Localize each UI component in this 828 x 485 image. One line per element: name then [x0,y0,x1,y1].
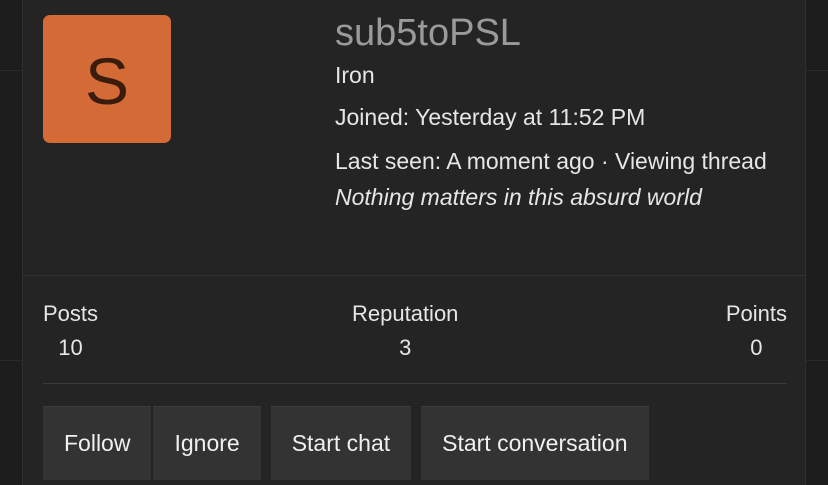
start-chat-button[interactable]: Start chat [270,406,412,480]
last-seen-thread-link[interactable]: Nothing matters in this absurd world [335,184,702,210]
stat-reputation: Reputation 3 [352,298,458,366]
reputation-label: Reputation [352,301,459,326]
member-stats: Posts 10 Reputation 3 Points 0 [43,298,787,366]
posts-label: Posts [43,301,99,326]
points-label: Points [725,301,787,326]
divider [43,383,787,384]
ignore-button[interactable]: Ignore [153,406,261,480]
posts-value: 10 [58,335,83,360]
last-seen-row: Last seen: A moment ago · Viewing thread… [335,143,785,215]
points-value: 0 [750,335,763,360]
joined-value: Yesterday at 11:52 PM [415,104,646,130]
follow-button[interactable]: Follow [43,406,152,480]
joined-label: Joined: [335,104,410,130]
last-seen-value: A moment ago · Viewing thread [446,148,767,174]
avatar-letter: S [84,44,130,118]
stat-points[interactable]: Points 0 [726,298,787,366]
follow-ignore-group: Follow Ignore [43,406,261,480]
stat-posts[interactable]: Posts 10 [43,298,98,366]
avatar[interactable]: S [43,15,171,143]
reputation-value: 3 [399,335,412,360]
member-actions: Follow Ignore Start chat Start conversat… [43,406,649,480]
user-title: Iron [335,62,375,88]
username-link[interactable]: sub5toPSL [335,8,785,58]
member-info: sub5toPSL Iron Joined: Yesterday at 11:5… [335,8,785,215]
start-conversation-button[interactable]: Start conversation [421,406,649,480]
member-tooltip-card: S sub5toPSL Iron Joined: Yesterday at 11… [22,0,806,485]
joined-row: Joined: Yesterday at 11:52 PM [335,101,785,133]
divider [23,275,805,276]
last-seen-label: Last seen: [335,148,442,174]
